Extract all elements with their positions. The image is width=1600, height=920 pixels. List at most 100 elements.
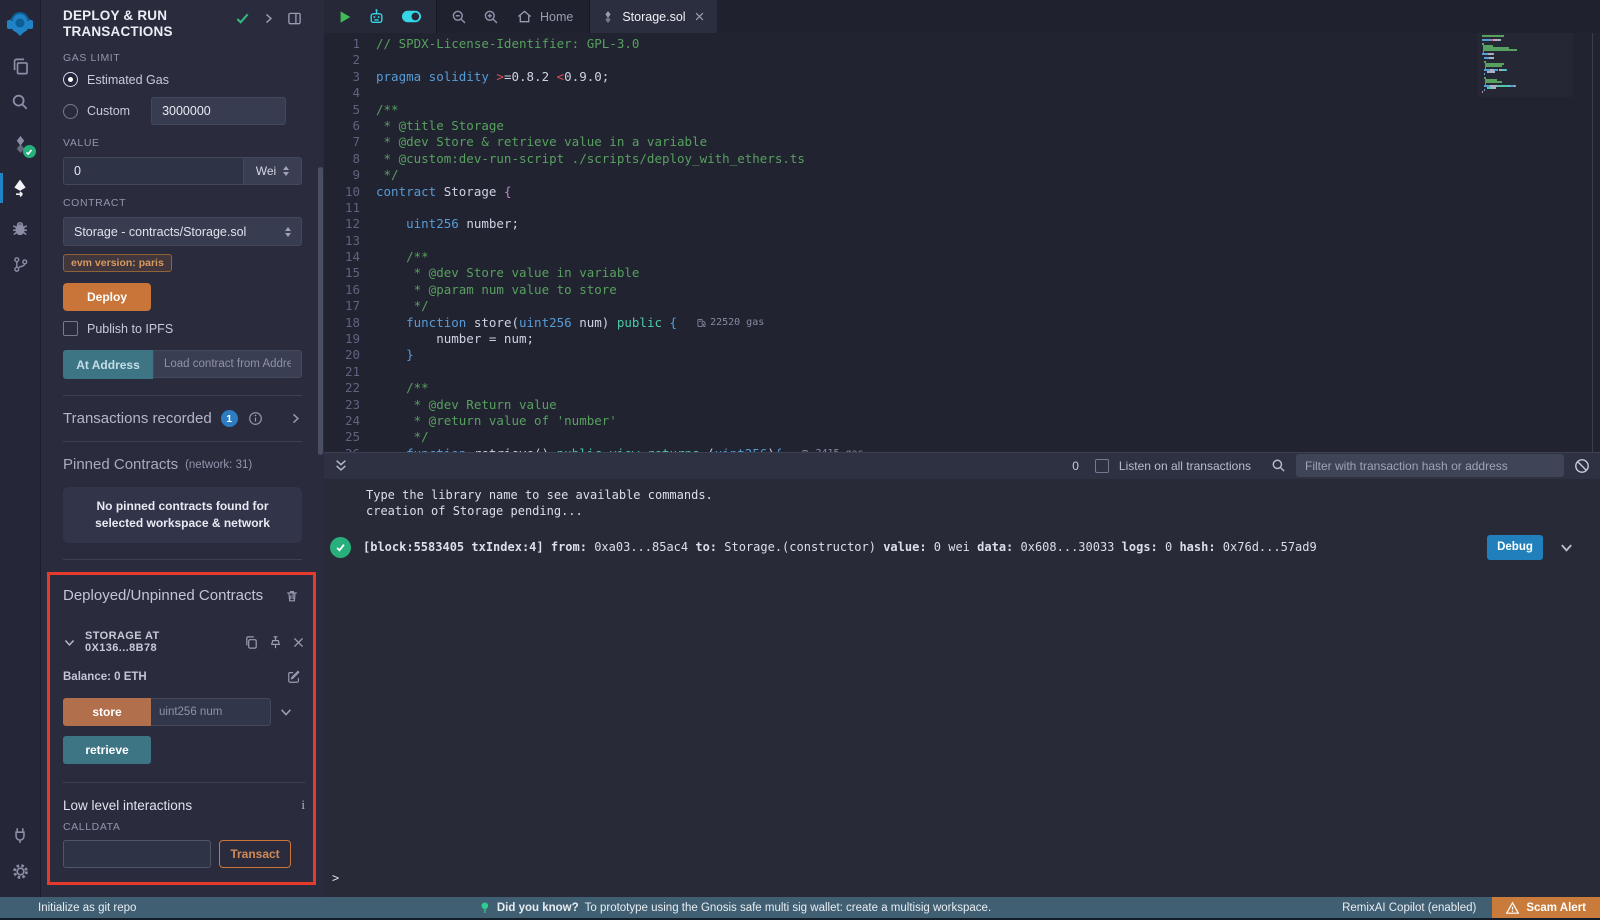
deploy-button[interactable]: Deploy bbox=[63, 283, 151, 311]
listen-all-checkbox[interactable] bbox=[1095, 459, 1109, 473]
lightbulb-icon bbox=[479, 901, 491, 915]
store-function-button[interactable]: store bbox=[63, 698, 151, 726]
pin-panel-icon[interactable] bbox=[287, 11, 302, 26]
transaction-row[interactable]: [block:5583405 txIndex:4] from: 0xa03...… bbox=[330, 535, 1600, 560]
collapse-terminal-icon[interactable] bbox=[334, 458, 348, 473]
retrieve-function-button[interactable]: retrieve bbox=[63, 736, 151, 764]
sidebar-item-deploy-and-run[interactable] bbox=[0, 170, 41, 206]
pinned-contracts-row: Pinned Contracts (network: 31) bbox=[41, 442, 324, 473]
code-line: 23 * @dev Return value bbox=[324, 397, 1600, 413]
value-unit-select[interactable]: Wei bbox=[244, 157, 302, 185]
scam-alert-button[interactable]: Scam Alert bbox=[1492, 897, 1600, 918]
files-icon bbox=[11, 57, 30, 76]
tab-storage-label: Storage.sol bbox=[622, 10, 685, 24]
store-arg-input[interactable] bbox=[151, 698, 271, 726]
line-number: 7 bbox=[324, 134, 376, 150]
code-line: 12 uint256 number; bbox=[324, 216, 1600, 232]
git-init-status[interactable]: Initialize as git repo bbox=[38, 902, 136, 914]
sidebar-item-solidity-compiler[interactable] bbox=[0, 126, 41, 162]
transactions-recorded-row: Transactions recorded 1 bbox=[41, 396, 324, 427]
pin-contract-icon[interactable] bbox=[268, 635, 283, 650]
terminal-prompt[interactable]: > bbox=[332, 871, 339, 885]
ai-copilot-robot-icon[interactable] bbox=[368, 8, 385, 25]
terminal[interactable]: Type the library name to see available c… bbox=[324, 479, 1600, 898]
copilot-toggle-icon[interactable] bbox=[401, 9, 422, 24]
terminal-filter-input[interactable] bbox=[1296, 454, 1564, 477]
deployed-contract-name: STORAGE AT 0X136...8B78 bbox=[85, 630, 235, 654]
plug-icon bbox=[11, 826, 29, 844]
line-number: 24 bbox=[324, 413, 376, 429]
line-number: 16 bbox=[324, 282, 376, 298]
custom-gas-input[interactable] bbox=[151, 97, 286, 125]
estimated-gas-option[interactable]: Estimated Gas bbox=[63, 72, 302, 87]
evm-version-badge: evm version: paris bbox=[63, 254, 172, 272]
line-number: 11 bbox=[324, 200, 376, 216]
code-line: 22 /** bbox=[324, 380, 1600, 396]
sidebar-item-git[interactable] bbox=[0, 246, 41, 282]
panel-scrollbar[interactable] bbox=[318, 167, 323, 455]
line-number: 6 bbox=[324, 118, 376, 134]
calldata-input[interactable] bbox=[63, 840, 211, 868]
custom-gas-radio[interactable] bbox=[63, 104, 78, 119]
pinned-empty-note: No pinned contracts found for selected w… bbox=[63, 487, 302, 543]
line-number: 21 bbox=[324, 364, 376, 380]
edit-balance-icon[interactable] bbox=[287, 670, 301, 684]
tab-storage-sol[interactable]: Storage.sol bbox=[590, 0, 716, 33]
close-tab-icon[interactable] bbox=[694, 11, 705, 22]
code-line: 10contract Storage { bbox=[324, 184, 1600, 200]
copy-address-icon[interactable] bbox=[244, 635, 259, 650]
gas-estimate-annotation: 2415 gas bbox=[802, 446, 863, 452]
sidebar-item-settings[interactable] bbox=[0, 853, 41, 889]
expand-tx-chevron-icon[interactable] bbox=[1559, 540, 1574, 555]
trash-icon[interactable] bbox=[285, 589, 299, 603]
zoom-out-icon[interactable] bbox=[451, 9, 467, 25]
expand-transactions-chevron-icon[interactable] bbox=[289, 412, 302, 425]
value-input[interactable] bbox=[63, 157, 244, 185]
sidebar-item-file-explorer[interactable] bbox=[0, 48, 41, 84]
chevron-down-icon[interactable] bbox=[63, 636, 76, 649]
at-address-button[interactable]: At Address bbox=[63, 350, 153, 379]
code-line: 8 * @custom:dev-run-script ./scripts/dep… bbox=[324, 151, 1600, 167]
sidebar-item-plugin-manager[interactable] bbox=[0, 817, 41, 853]
clear-terminal-icon[interactable] bbox=[1574, 458, 1590, 474]
at-address-input[interactable] bbox=[153, 350, 302, 378]
zoom-in-icon[interactable] bbox=[483, 9, 499, 25]
deployed-contracts-title: Deployed/Unpinned Contracts bbox=[63, 587, 263, 604]
line-number: 2 bbox=[324, 52, 376, 68]
line-number: 1 bbox=[324, 36, 376, 52]
sidebar-item-search[interactable] bbox=[0, 84, 41, 120]
line-number: 14 bbox=[324, 249, 376, 265]
status-bar: Initialize as git repo Did you know? To … bbox=[0, 897, 1600, 918]
editor-terminal-region: Home Storage.sol 1// SPDX-License-Identi… bbox=[324, 0, 1600, 897]
low-level-title: Low level interactions bbox=[63, 798, 192, 813]
contract-select[interactable]: Storage - contracts/Storage.sol bbox=[63, 217, 302, 246]
debug-button[interactable]: Debug bbox=[1487, 535, 1543, 560]
copilot-status[interactable]: RemixAI Copilot (enabled) bbox=[1342, 902, 1476, 914]
contract-select-value: Storage - contracts/Storage.sol bbox=[74, 225, 246, 239]
activity-bar bbox=[0, 0, 41, 897]
publish-ipfs-checkbox[interactable] bbox=[63, 321, 78, 336]
terminal-search-icon bbox=[1271, 458, 1286, 473]
terminal-tx-count: 0 bbox=[1072, 459, 1079, 473]
code-line: 25 */ bbox=[324, 429, 1600, 445]
line-number: 8 bbox=[324, 151, 376, 167]
code-line: 14 /** bbox=[324, 249, 1600, 265]
editor-scrollbar[interactable] bbox=[1592, 33, 1593, 452]
close-contract-icon[interactable] bbox=[292, 636, 305, 649]
editor-minimap[interactable] bbox=[1478, 33, 1573, 97]
run-script-play-icon[interactable] bbox=[338, 10, 352, 24]
custom-gas-option-label: Custom bbox=[87, 104, 130, 118]
code-editor[interactable]: 1// SPDX-License-Identifier: GPL-3.023pr… bbox=[324, 33, 1600, 452]
expand-args-chevron-icon[interactable] bbox=[279, 705, 293, 719]
chevron-right-icon[interactable] bbox=[262, 12, 275, 25]
transact-button[interactable]: Transact bbox=[219, 840, 291, 868]
estimated-gas-radio[interactable] bbox=[63, 72, 78, 87]
terminal-header: 0 Listen on all transactions bbox=[324, 452, 1600, 479]
tab-home[interactable]: Home bbox=[515, 9, 575, 24]
estimated-gas-option-label: Estimated Gas bbox=[87, 73, 169, 87]
line-number: 18 bbox=[324, 315, 376, 331]
sidebar-item-debugger[interactable] bbox=[0, 210, 41, 246]
remix-logo[interactable] bbox=[0, 0, 41, 48]
code-line: 21 bbox=[324, 364, 1600, 380]
code-area: 1// SPDX-License-Identifier: GPL-3.023pr… bbox=[324, 36, 1600, 452]
